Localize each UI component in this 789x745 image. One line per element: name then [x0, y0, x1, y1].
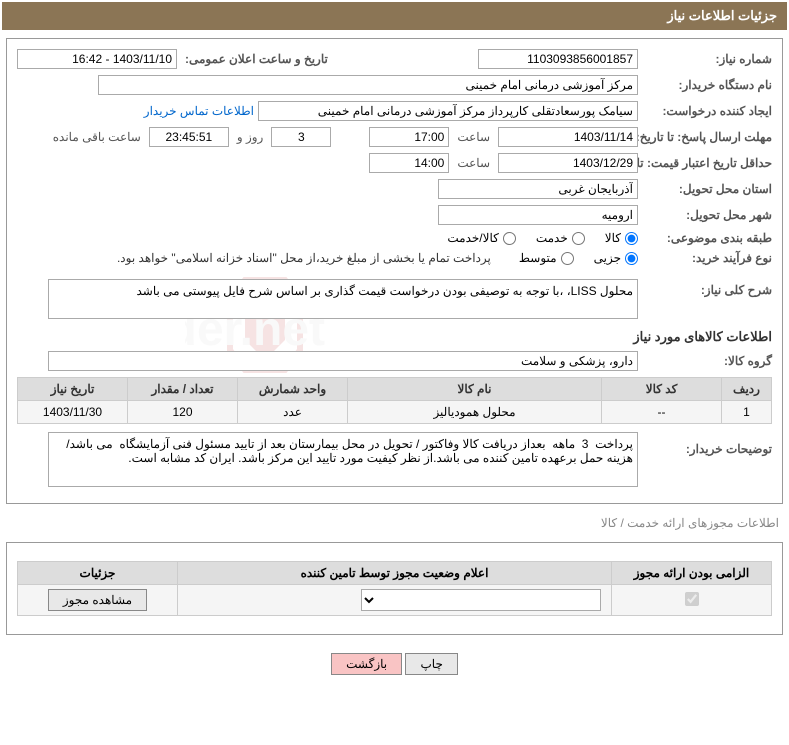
radio-partial-label: جزیی — [594, 251, 621, 265]
radio-good-input[interactable] — [625, 232, 638, 245]
buyer-org-field[interactable] — [98, 75, 638, 95]
page-title: جزئیات اطلاعات نیاز — [667, 8, 777, 23]
radio-partial-input[interactable] — [625, 252, 638, 265]
goods-group-field[interactable] — [48, 351, 638, 371]
col-unit: واحد شمارش — [238, 378, 348, 401]
remaining-days-field[interactable] — [271, 127, 331, 147]
cell-need-date: 1403/11/30 — [18, 401, 128, 424]
city-field[interactable] — [438, 205, 638, 225]
radio-good-service[interactable]: کالا/خدمت — [447, 231, 515, 245]
buyer-notes-textarea[interactable] — [48, 432, 638, 487]
permit-mandatory-checkbox — [685, 592, 699, 606]
requester-field[interactable] — [258, 101, 638, 121]
permit-details-cell: مشاهده مجوز — [18, 585, 178, 616]
radio-good-label: کالا — [605, 231, 621, 245]
goods-group-label: گروه کالا: — [642, 354, 772, 368]
table-row: 1 -- محلول همودیالیز عدد 120 1403/11/30 — [18, 401, 772, 424]
cell-unit: عدد — [238, 401, 348, 424]
cell-row: 1 — [722, 401, 772, 424]
deadline-time-field[interactable] — [369, 127, 449, 147]
payment-note: پرداخت تمام یا بخشی از مبلغ خرید،از محل … — [117, 251, 491, 265]
requester-label: ایجاد کننده درخواست: — [642, 104, 772, 118]
radio-good[interactable]: کالا — [605, 231, 638, 245]
radio-service-input[interactable] — [572, 232, 585, 245]
cell-code: -- — [602, 401, 722, 424]
permit-row: مشاهده مجوز — [18, 585, 772, 616]
remaining-time-field[interactable] — [149, 127, 229, 147]
print-button[interactable]: چاپ — [405, 653, 457, 675]
deadline-label: مهلت ارسال پاسخ: تا تاریخ: — [642, 130, 772, 144]
permit-col-status: اعلام وضعیت مجوز توسط تامین کننده — [178, 562, 612, 585]
action-buttons: چاپ بازگشت — [2, 643, 787, 685]
radio-partial[interactable]: جزیی — [594, 251, 638, 265]
radio-medium[interactable]: متوسط — [519, 251, 574, 265]
announce-datetime-label: تاریخ و ساعت اعلان عمومی: — [181, 52, 328, 66]
permit-col-mandatory: الزامی بودن ارائه مجوز — [612, 562, 772, 585]
need-number-field[interactable] — [478, 49, 638, 69]
permit-col-details: جزئیات — [18, 562, 178, 585]
radio-medium-input[interactable] — [561, 252, 574, 265]
cell-qty: 120 — [128, 401, 238, 424]
validity-time-field[interactable] — [369, 153, 449, 173]
days-and-label: روز و — [233, 130, 268, 144]
desc-textarea[interactable] — [48, 279, 638, 319]
deadline-date-field[interactable] — [498, 127, 638, 147]
validity-label: حداقل تاریخ اعتبار قیمت: تا تاریخ: — [642, 156, 772, 170]
page-title-bar: جزئیات اطلاعات نیاز — [2, 2, 787, 30]
col-row: ردیف — [722, 378, 772, 401]
category-label: طبقه بندی موضوعی: — [642, 231, 772, 245]
permit-section-title: اطلاعات مجوزهای ارائه خدمت / کالا — [2, 512, 787, 534]
buyer-contact-link[interactable]: اطلاعات تماس خریدار — [144, 104, 254, 118]
permit-mandatory-cell — [612, 585, 772, 616]
cell-name: محلول همودیالیز — [348, 401, 602, 424]
time-label-2: ساعت — [453, 156, 494, 170]
radio-good-service-input[interactable] — [503, 232, 516, 245]
radio-service[interactable]: خدمت — [536, 231, 585, 245]
buyer-notes-label: توضیحات خریدار: — [642, 432, 772, 456]
need-number-label: شماره نیاز: — [642, 52, 772, 66]
desc-label: شرح کلی نیاز: — [642, 279, 772, 297]
view-permit-button[interactable]: مشاهده مجوز — [48, 589, 147, 611]
permit-section: الزامی بودن ارائه مجوز اعلام وضعیت مجوز … — [6, 542, 783, 635]
back-button[interactable]: بازگشت — [331, 653, 402, 675]
announce-datetime-field[interactable] — [17, 49, 177, 69]
validity-date-field[interactable] — [498, 153, 638, 173]
goods-table: ردیف کد کالا نام کالا واحد شمارش تعداد /… — [17, 377, 772, 424]
permit-status-select[interactable] — [361, 589, 601, 611]
remaining-label: ساعت باقی مانده — [49, 130, 145, 144]
purchase-type-label: نوع فرآیند خرید: — [642, 251, 772, 265]
city-label: شهر محل تحویل: — [642, 208, 772, 222]
col-code: کد کالا — [602, 378, 722, 401]
province-label: استان محل تحویل: — [642, 182, 772, 196]
radio-good-service-label: کالا/خدمت — [447, 231, 498, 245]
col-name: نام کالا — [348, 378, 602, 401]
col-need-date: تاریخ نیاز — [18, 378, 128, 401]
radio-service-label: خدمت — [536, 231, 568, 245]
permit-status-cell — [178, 585, 612, 616]
main-form-section: شماره نیاز: تاریخ و ساعت اعلان عمومی: نا… — [6, 38, 783, 504]
province-field[interactable] — [438, 179, 638, 199]
radio-medium-label: متوسط — [519, 251, 557, 265]
time-label-1: ساعت — [453, 130, 494, 144]
permit-table: الزامی بودن ارائه مجوز اعلام وضعیت مجوز … — [17, 561, 772, 616]
goods-section-title: اطلاعات کالاهای مورد نیاز — [17, 329, 772, 345]
buyer-org-label: نام دستگاه خریدار: — [642, 78, 772, 92]
col-qty: تعداد / مقدار — [128, 378, 238, 401]
